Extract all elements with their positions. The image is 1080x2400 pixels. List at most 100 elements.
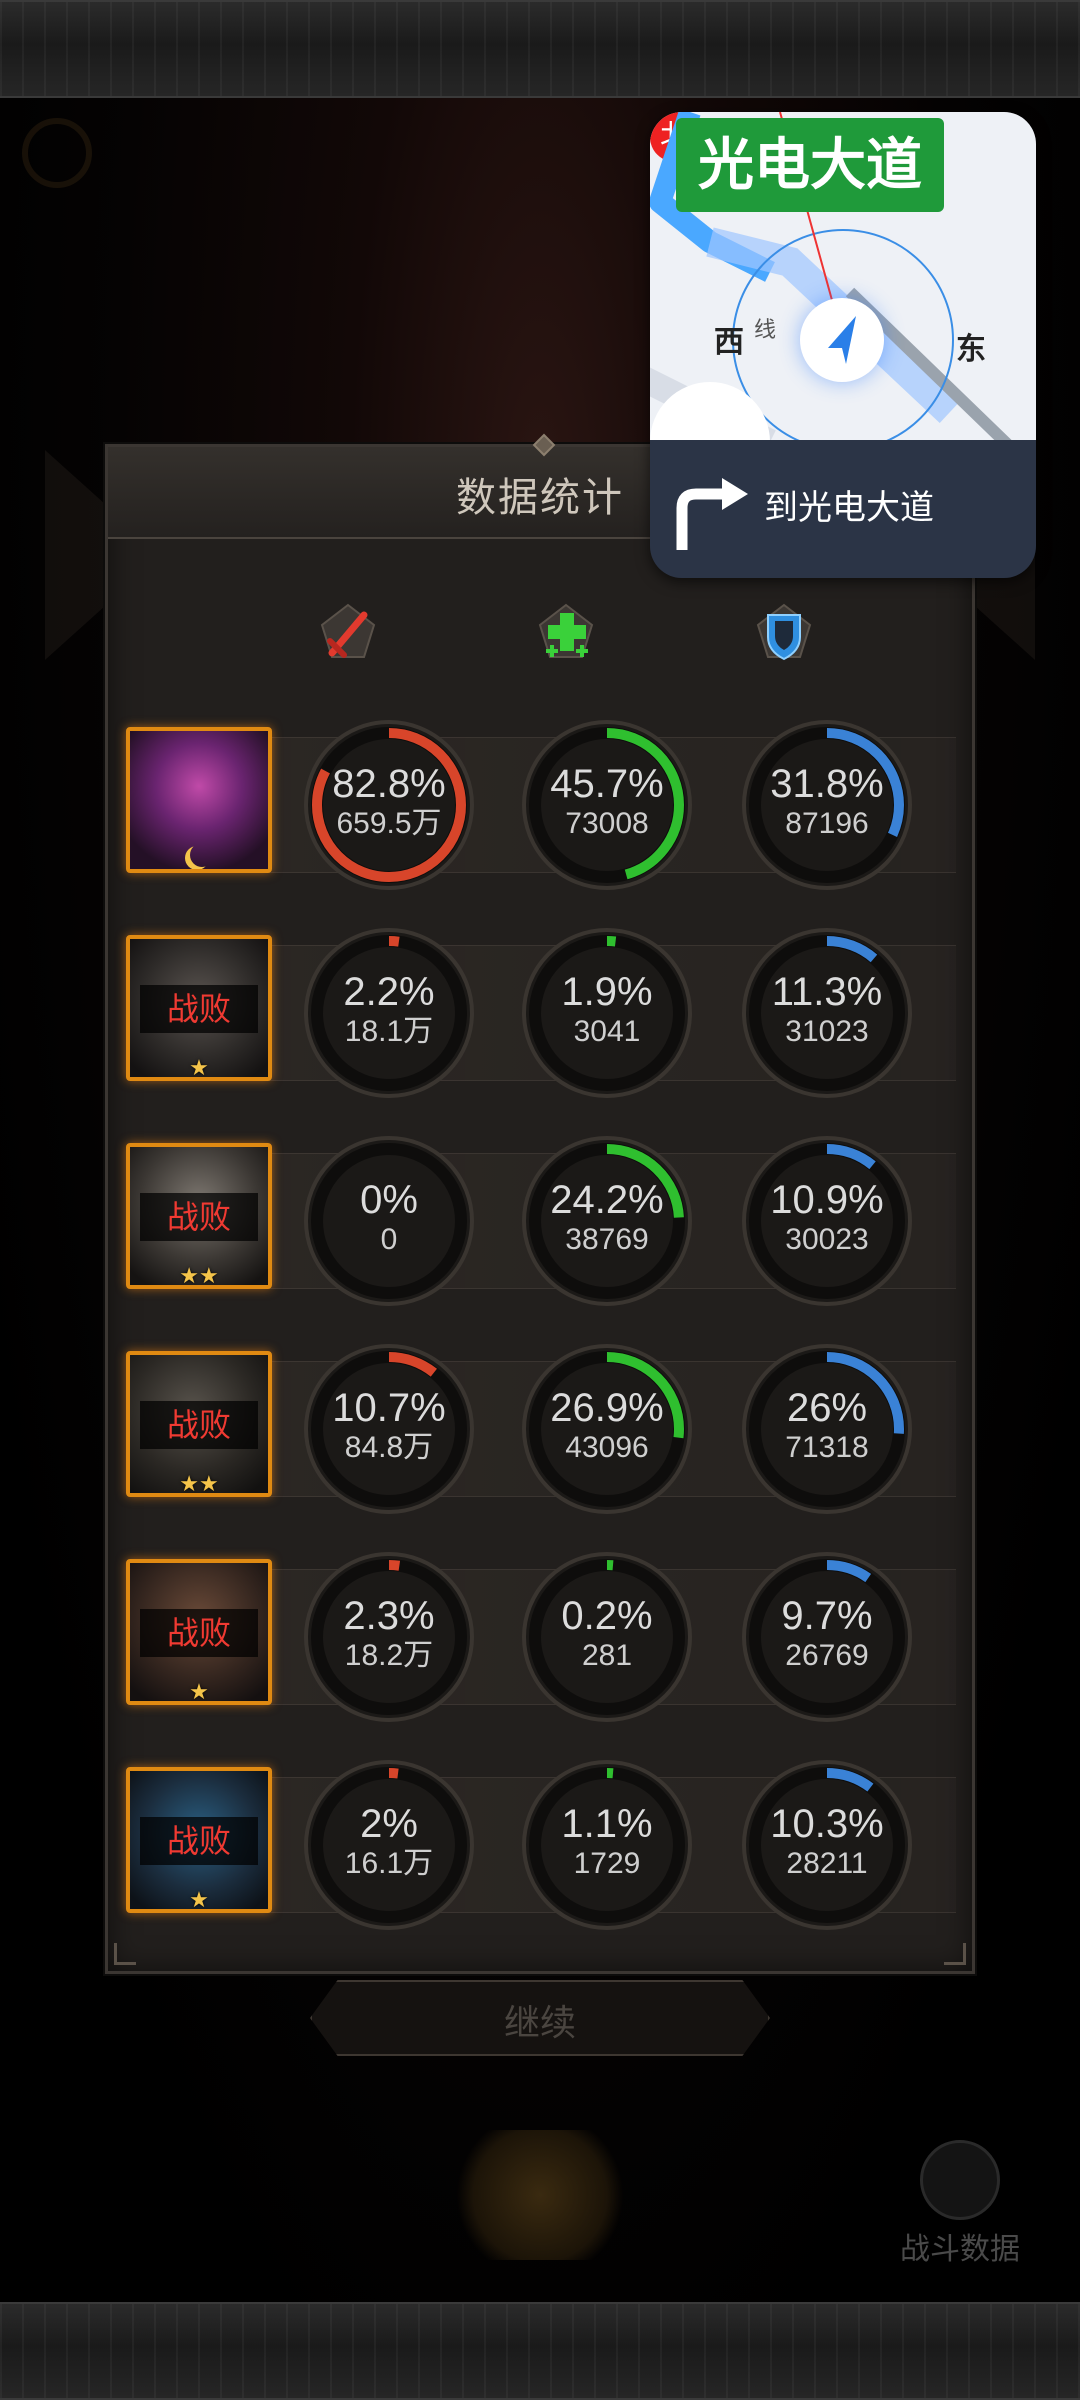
- heal-ring: 1.1% 1729: [519, 1757, 695, 1933]
- stat-row: 战败 ★★ 0% 0 24.2% 38769 10.9% 30023: [126, 1136, 956, 1328]
- heal-ring: 45.7% 73008: [519, 717, 695, 893]
- sword-icon: [308, 595, 388, 675]
- compass-west: 西: [714, 326, 744, 359]
- defeated-label: 战败: [140, 1609, 258, 1657]
- tank-percent: 10.9%: [770, 1178, 884, 1222]
- stat-row: 战败 ★ 2.3% 18.2万 0.2% 281 9.7% 26769: [126, 1552, 956, 1744]
- damage-value: 18.2万: [344, 1639, 434, 1672]
- heal-cross-icon: [526, 595, 606, 675]
- hero-portrait[interactable]: 战败 ★★: [126, 1143, 272, 1289]
- heal-ring: 24.2% 38769: [519, 1133, 695, 1309]
- heal-percent: 24.2%: [550, 1178, 664, 1222]
- stat-row: 战败 ★★ 10.7% 84.8万 26.9% 43096 26% 71318: [126, 1344, 956, 1536]
- heal-ring: 0.2% 281: [519, 1549, 695, 1725]
- battle-data-icon: [920, 2140, 1000, 2220]
- star-rating-icon: ★: [189, 1055, 209, 1080]
- damage-percent: 82.8%: [332, 762, 446, 806]
- defeated-label: 战败: [140, 985, 258, 1033]
- tank-ring: 31.8% 87196: [739, 717, 915, 893]
- hero-portrait[interactable]: 战败 ★★: [126, 1351, 272, 1497]
- battle-data-label: 战斗数据: [900, 2233, 1020, 2266]
- turn-instruction: 到光电大道: [764, 489, 934, 527]
- location-arrow-icon: [800, 298, 884, 382]
- tank-percent: 9.7%: [781, 1594, 873, 1638]
- tank-percent: 10.3%: [770, 1802, 884, 1846]
- continue-button[interactable]: 继续: [310, 1980, 770, 2056]
- heal-value: 38769: [565, 1223, 649, 1256]
- hero-portrait[interactable]: [126, 727, 272, 873]
- tank-ring: 26% 71318: [739, 1341, 915, 1517]
- navigation-overlay[interactable]: 光电大道 北 西 东 线 到光电大道: [650, 112, 1036, 578]
- stat-row: 战败 ★ 2% 16.1万 1.1% 1729 10.3% 28211: [126, 1760, 956, 1952]
- turn-right-icon: [664, 464, 756, 556]
- damage-ring: 2% 16.1万: [301, 1757, 477, 1933]
- heal-ring: 26.9% 43096: [519, 1341, 695, 1517]
- heal-percent: 1.9%: [561, 970, 653, 1014]
- damage-value: 18.1万: [344, 1015, 434, 1048]
- star-rating-icon: ★: [189, 1887, 209, 1912]
- hero-portrait[interactable]: 战败 ★: [126, 935, 272, 1081]
- tank-value: 31023: [785, 1015, 869, 1048]
- damage-percent: 10.7%: [332, 1386, 446, 1430]
- heal-value: 281: [581, 1639, 633, 1672]
- top-decor-band: [0, 0, 1080, 98]
- heal-value: 3041: [573, 1015, 641, 1048]
- damage-percent: 2.2%: [343, 970, 435, 1014]
- damage-ring: 10.7% 84.8万: [301, 1341, 477, 1517]
- shield-icon: [744, 595, 824, 675]
- heal-percent: 45.7%: [550, 762, 664, 806]
- tank-value: 87196: [785, 807, 869, 840]
- tank-value: 71318: [785, 1431, 869, 1464]
- background-logo: [22, 118, 92, 188]
- heal-value: 1729: [573, 1847, 641, 1880]
- heal-percent: 1.1%: [561, 1802, 653, 1846]
- navigation-instruction-bar: 到光电大道: [650, 440, 1036, 578]
- damage-ring: 2.3% 18.2万: [301, 1549, 477, 1725]
- bottom-decor-band: [0, 2302, 1080, 2400]
- moon-badge-icon: [190, 843, 214, 867]
- tank-value: 28211: [786, 1847, 868, 1880]
- battle-data-button[interactable]: 战斗数据: [890, 2140, 1030, 2270]
- hero-portrait[interactable]: 战败 ★: [126, 1767, 272, 1913]
- road-name-sign: 光电大道: [676, 118, 944, 212]
- damage-ring: 0% 0: [301, 1133, 477, 1309]
- tank-value: 26769: [785, 1639, 869, 1672]
- damage-value: 16.1万: [344, 1847, 434, 1880]
- defeated-label: 战败: [140, 1817, 258, 1865]
- heal-percent: 26.9%: [550, 1386, 664, 1430]
- defeated-label: 战败: [140, 1401, 258, 1449]
- damage-ring: 82.8% 659.5万: [301, 717, 477, 893]
- tank-ring: 10.9% 30023: [739, 1133, 915, 1309]
- hero-portrait[interactable]: 战败 ★: [126, 1559, 272, 1705]
- stat-row: 战败 ★ 2.2% 18.1万 1.9% 3041 11.3% 31023: [126, 928, 956, 1120]
- damage-value: 0: [380, 1223, 398, 1256]
- heal-percent: 0.2%: [561, 1594, 653, 1638]
- star-rating-icon: ★★: [179, 1263, 219, 1288]
- tank-value: 30023: [785, 1223, 869, 1256]
- navigation-map: 光电大道 北 西 东 线: [650, 112, 1036, 442]
- star-rating-icon: ★: [189, 1679, 209, 1704]
- tank-percent: 11.3%: [771, 970, 883, 1014]
- tank-percent: 26%: [786, 1386, 868, 1430]
- road-label: 线: [754, 317, 777, 342]
- damage-value: 659.5万: [336, 807, 442, 840]
- damage-percent: 2%: [360, 1802, 418, 1846]
- tank-ring: 10.3% 28211: [739, 1757, 915, 1933]
- tank-ring: 11.3% 31023: [739, 925, 915, 1101]
- defeated-label: 战败: [140, 1193, 258, 1241]
- damage-percent: 2.3%: [343, 1594, 435, 1638]
- heal-value: 73008: [565, 807, 649, 840]
- dim-center-emblem: [450, 2130, 630, 2260]
- compass-east: 东: [956, 333, 986, 366]
- star-rating-icon: ★★: [179, 1471, 219, 1496]
- damage-value: 84.8万: [344, 1431, 434, 1464]
- damage-percent: 0%: [360, 1178, 418, 1222]
- damage-ring: 2.2% 18.1万: [301, 925, 477, 1101]
- stat-row: 82.8% 659.5万 45.7% 73008 31.8% 87196: [126, 720, 956, 912]
- continue-label: 继续: [503, 2002, 576, 2043]
- heal-ring: 1.9% 3041: [519, 925, 695, 1101]
- heal-value: 43096: [565, 1431, 649, 1464]
- tank-percent: 31.8%: [770, 762, 884, 806]
- stats-panel: 数据统计 82.8% 659.5万 45.7% 73008 31.8% 87196 战败 ★ 2…: [105, 433, 975, 1974]
- tank-ring: 9.7% 26769: [739, 1549, 915, 1725]
